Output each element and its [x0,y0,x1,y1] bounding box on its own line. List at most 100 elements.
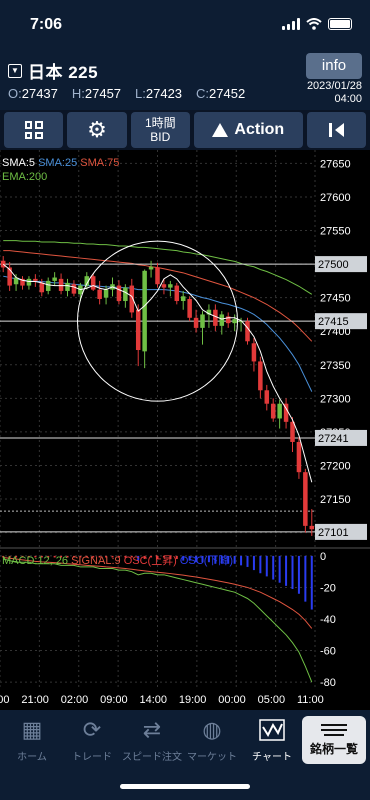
legend-sma75: SMA:75 [80,157,120,169]
macd-legend: MACD:12, 26 SIGNAL:9 OSC(上昇) OSC(下降) [2,552,233,568]
candle-body [161,284,167,288]
wifi-icon [306,18,322,30]
status-time: 7:06 [30,16,63,33]
symbol-name: 日本 225 [28,63,99,82]
time-tick-label: 00:00 [218,694,246,706]
candle-time: 04:00 [334,93,362,105]
legend-ema200: EMA:200 [2,171,48,183]
sma25-line [3,275,313,392]
candle-body [103,289,109,298]
osc-tick-label: -40 [320,614,336,626]
candle-body [58,278,64,291]
tab-symbol-list[interactable]: 銘柄一覧 [302,716,366,764]
ohlc-close: C:27452 [196,86,246,101]
candle-body [296,441,302,473]
chart-toolbar: ⚙ 1時間 BID Action [0,110,370,150]
tab-trade[interactable]: ⟳ トレード [62,716,122,763]
tab-home-label: ホーム [17,752,47,763]
price-type-label: BID [150,130,171,144]
price-tick-label: 27650 [320,158,351,170]
collapse-button[interactable] [306,112,366,148]
candle-body [155,267,160,285]
legend-sma25: SMA:25 [38,157,78,169]
layout-button[interactable] [4,112,64,148]
timeframe-button[interactable]: 1時間 BID [130,112,190,148]
chart-canvas[interactable]: 2765027600275502750027450274002735027300… [0,150,370,710]
legend-macd: MACD:12, 26 [2,555,69,567]
dropdown-icon: ▼ [8,63,22,78]
tab-chart[interactable]: チャート [242,716,302,763]
osc-bar [259,555,262,574]
candle-body [90,276,96,290]
osc-bar [304,555,307,602]
candle-body [193,317,199,328]
candle-body [45,280,51,291]
signal-line [3,556,313,629]
candle-body [26,278,32,286]
candle-body [258,361,263,391]
candle-body [303,472,308,526]
tab-market-label: マーケット [187,752,237,763]
level-price-label: 27500 [318,259,349,271]
collapse-icon [328,123,344,137]
price-tick-label: 27450 [320,293,351,305]
level-price-label: 27415 [318,316,349,328]
candle-body [71,284,77,294]
candle-body [148,266,154,270]
time-tick-label: 16:00 [0,694,10,706]
candle-body [39,282,45,293]
home-icon: ▦ [21,717,43,742]
tab-speed-order[interactable]: ⇄ スピード注文 [122,716,182,763]
tab-market[interactable]: ◍ マーケット [182,716,242,763]
price-tick-label: 27200 [320,460,351,472]
timeframe-label: 1時間 [144,116,176,130]
ohlc-high: H:27457 [71,86,122,101]
candle-body [232,319,237,324]
symbol-selector[interactable]: ▼ 日本 225 [8,58,98,83]
price-tick-label: 27600 [320,192,351,204]
candle-body [142,270,147,352]
speed-icon: ⇄ [142,717,162,742]
level-price-label: 27101 [318,527,349,539]
tab-speed-label: スピード注文 [122,752,182,763]
info-button[interactable]: info [306,53,362,79]
candle-body [309,525,315,530]
candle-body [123,287,128,302]
grid-icon [24,121,43,139]
time-tick-label: 02:00 [61,694,89,706]
chart-icon [242,716,302,744]
settings-button[interactable]: ⚙ [67,112,127,148]
candle-body [251,343,257,362]
candle-body [52,277,57,281]
action-icon [212,123,229,137]
candle-body [219,314,225,326]
time-tick-label: 19:00 [179,694,207,706]
ma-legend: SMA:5 SMA:25 SMA:75 EMA:200 [2,156,119,184]
osc-tick-label: -20 [320,582,336,594]
price-tick-label: 27300 [320,393,351,405]
candle-body [97,289,102,300]
osc-tick-label: -80 [320,677,336,689]
action-label: Action [234,121,285,138]
candle-body [264,390,270,404]
candle-body [65,282,70,291]
osc-bar [278,555,281,583]
tab-chart-label: チャート [252,752,292,763]
candle-body [200,314,205,328]
time-tick-label: 21:00 [21,694,49,706]
trade-icon: ⟳ [82,717,102,742]
candle-body [245,321,250,342]
tab-list-label: 銘柄一覧 [309,742,358,756]
legend-sma5: SMA:5 [2,157,36,169]
gear-icon: ⚙ [87,117,107,142]
action-button[interactable]: Action [193,112,303,148]
candle-body [135,309,141,351]
legend-osc-up: OSC(上昇) [123,555,177,567]
tab-home[interactable]: ▦ ホーム [2,716,62,763]
time-tick-label: 11:00 [297,694,324,706]
price-chart[interactable]: 2765027600275502750027450274002735027300… [0,150,370,710]
candle-body [270,403,276,419]
list-icon [302,716,366,740]
time-tick-label: 09:00 [100,694,128,706]
time-tick-label: 05:00 [258,694,286,706]
